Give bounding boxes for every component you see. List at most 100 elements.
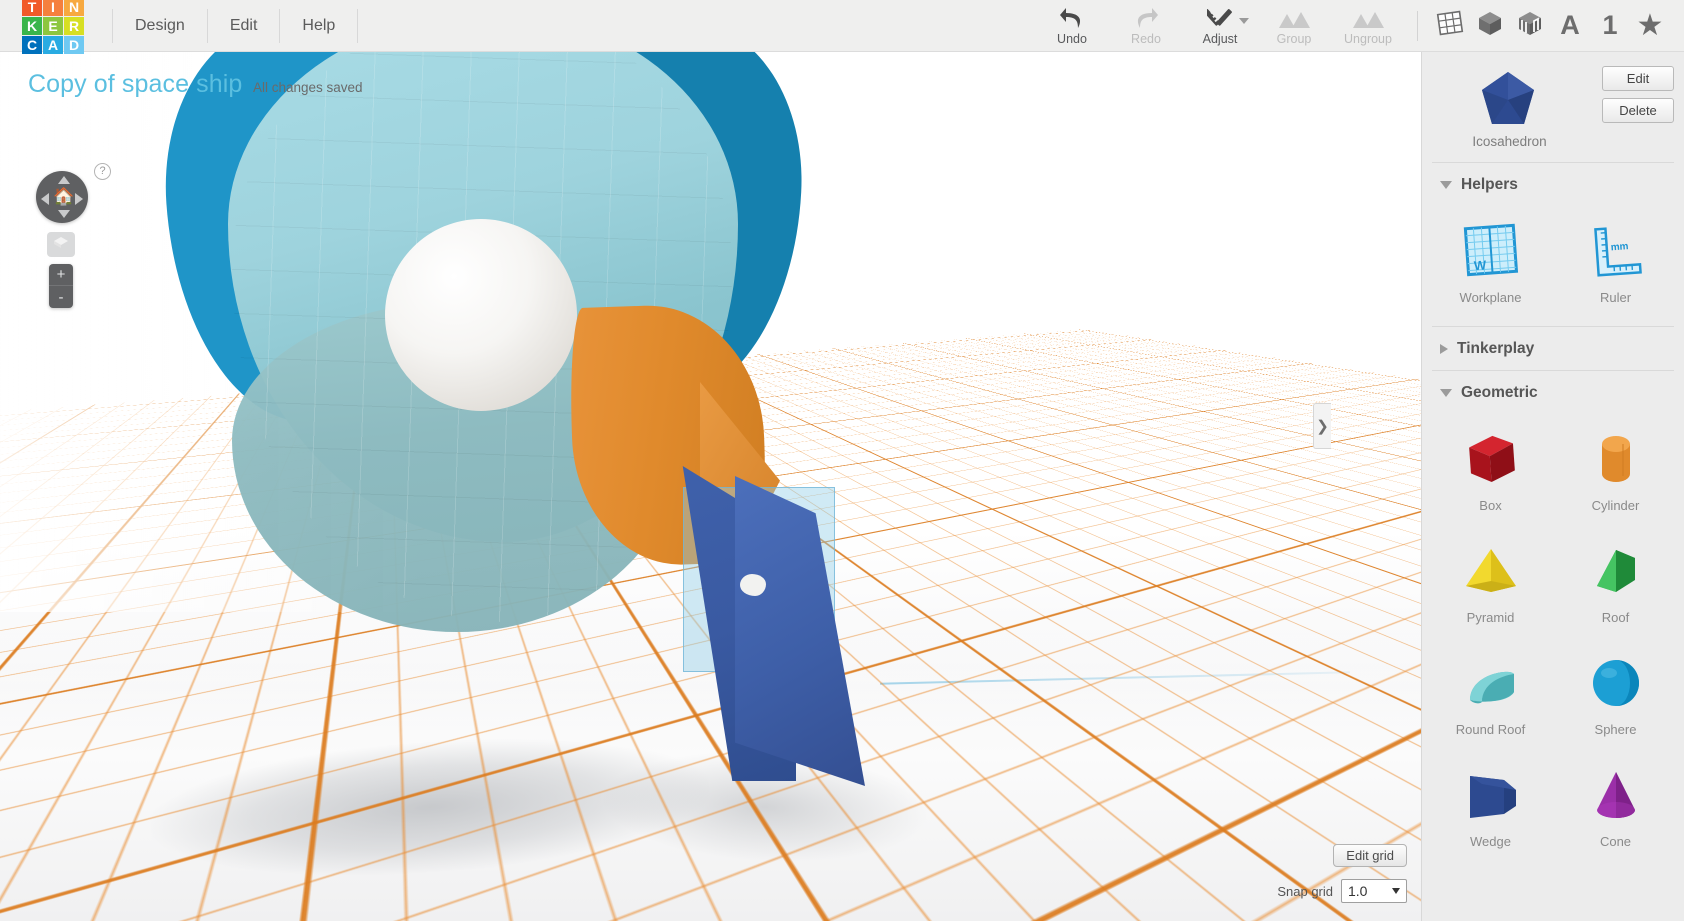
text-tool-button[interactable]: A	[1550, 0, 1590, 52]
favorites-button[interactable]: ★	[1630, 0, 1670, 52]
wedge-shape-icon	[1460, 764, 1522, 826]
selected-object-name: Icosahedron	[1472, 134, 1547, 149]
svg-text:mm: mm	[1610, 241, 1629, 253]
roof-shape-icon	[1585, 540, 1647, 602]
shape-item-cone[interactable]: Cone	[1553, 750, 1678, 862]
adjust-dropdown-caret-icon[interactable]	[1239, 17, 1249, 24]
logo-tile-a: A	[43, 35, 63, 54]
shape-label-wedge: Wedge	[1470, 833, 1511, 849]
ungroup-mountains-icon	[1352, 5, 1384, 29]
shape-item-cylinder[interactable]: Cylinder	[1553, 414, 1678, 526]
sphere-shape-icon	[1585, 652, 1647, 714]
fit-to-view-button[interactable]	[47, 232, 75, 257]
home-icon[interactable]: 🏠	[53, 187, 74, 206]
snap-grid-value: 1.0	[1348, 883, 1368, 899]
logo-tile-c: C	[22, 35, 42, 54]
main-menu: Design Edit Help	[112, 0, 359, 52]
tinkercad-logo[interactable]: T I N K E R C A D	[22, 0, 84, 54]
pyramid-shape-icon	[1460, 540, 1522, 602]
arrow-right-icon[interactable]	[75, 193, 83, 205]
shape-label-ruler: Ruler	[1599, 289, 1632, 305]
logo-tile-i: I	[43, 0, 63, 16]
shape-item-round-roof[interactable]: Round Roof	[1428, 638, 1553, 750]
group-mountains-icon	[1278, 5, 1310, 29]
box-shape-icon	[1460, 428, 1522, 490]
edit-button[interactable]: Edit	[1602, 66, 1674, 91]
section-header-geometric[interactable]: Geometric	[1422, 371, 1684, 414]
view-navigation-wheel[interactable]: 🏠	[36, 171, 88, 223]
zoom-out-button[interactable]: -	[49, 286, 73, 308]
snap-grid-select[interactable]: 1.0	[1341, 879, 1407, 903]
shape-grid-geometric: Box Cylinder Pyramid Roof Round Roof Sph…	[1422, 414, 1684, 870]
undo-arrow-icon	[1059, 5, 1085, 29]
arrow-down-icon[interactable]	[58, 210, 70, 218]
chevron-down-icon	[1392, 888, 1400, 894]
wireframe-cube-icon	[1516, 9, 1544, 42]
menu-item-design[interactable]: Design	[112, 8, 208, 43]
delete-button[interactable]: Delete	[1602, 98, 1674, 123]
adjust-label: Adjust	[1202, 32, 1238, 46]
help-icon[interactable]: ?	[94, 163, 111, 180]
number-tool-button[interactable]: 1	[1590, 0, 1630, 52]
chevron-down-icon	[1440, 389, 1452, 397]
logo-tile-t: T	[22, 0, 42, 16]
3d-viewport[interactable]: Copy of space ship All changes saved ? 🏠…	[0, 52, 1421, 921]
toolbar-divider	[1417, 10, 1418, 41]
undo-button[interactable]: Undo	[1035, 0, 1109, 52]
shape-item-sphere[interactable]: Sphere	[1553, 638, 1678, 750]
toolbar-actions: Undo Redo Adjust Group Ungroup A 1 ★	[1035, 0, 1684, 52]
ungroup-label: Ungroup	[1344, 32, 1392, 46]
adjust-tools-icon	[1207, 5, 1233, 29]
selected-object-actions: Edit Delete	[1602, 66, 1674, 130]
arrow-left-icon[interactable]	[41, 193, 49, 205]
menu-item-edit[interactable]: Edit	[208, 8, 281, 43]
arrow-up-icon[interactable]	[58, 176, 70, 184]
undo-label: Undo	[1057, 32, 1087, 46]
snap-grid-label: Snap grid	[1277, 883, 1333, 899]
blue-spike-front[interactable]	[735, 476, 865, 786]
round-roof-shape-icon	[1460, 652, 1522, 714]
shape-label-pyramid: Pyramid	[1466, 609, 1515, 625]
white-sphere-shape[interactable]	[385, 219, 577, 411]
design-title[interactable]: Copy of space ship	[28, 70, 242, 99]
shape-item-pyramid[interactable]: Pyramid	[1428, 526, 1553, 638]
shape-item-workplane[interactable]: W Workplane	[1428, 206, 1553, 318]
fit-to-view-icon	[52, 235, 70, 255]
zoom-controls: + -	[49, 264, 73, 308]
zoom-in-button[interactable]: +	[49, 264, 73, 286]
group-label: Group	[1276, 32, 1312, 46]
section-title-helpers: Helpers	[1461, 176, 1518, 193]
shape-item-roof[interactable]: Roof	[1553, 526, 1678, 638]
redo-label: Redo	[1131, 32, 1161, 46]
favorite-star-icon: ★	[1636, 8, 1664, 42]
logo-tile-n: N	[64, 0, 84, 16]
group-button[interactable]: Group	[1257, 0, 1331, 52]
solid-cube-icon	[1476, 9, 1504, 42]
section-header-tinkerplay[interactable]: Tinkerplay	[1422, 327, 1684, 370]
snap-grid-control: Snap grid 1.0	[1277, 879, 1407, 903]
save-status-text: All changes saved	[253, 80, 363, 95]
redo-arrow-icon	[1133, 5, 1159, 29]
shape-label-box: Box	[1479, 497, 1502, 513]
top-toolbar: T I N K E R C A D Design Edit Help Undo	[0, 0, 1684, 54]
menu-item-help[interactable]: Help	[280, 8, 359, 43]
logo-tile-k: K	[22, 16, 42, 35]
logo-tile-e: E	[43, 16, 63, 35]
shape-label-cone: Cone	[1599, 833, 1632, 849]
wireframe-view-button[interactable]	[1510, 0, 1550, 52]
workplane-view-button[interactable]	[1430, 0, 1470, 52]
shape-item-box[interactable]: Box	[1428, 414, 1553, 526]
icosahedron-shape-icon	[1472, 66, 1544, 138]
shape-item-ruler[interactable]: mm Ruler	[1553, 206, 1678, 318]
cone-shape-icon	[1585, 764, 1647, 826]
ungroup-button[interactable]: Ungroup	[1331, 0, 1405, 52]
spaceship-model[interactable]	[0, 52, 1421, 921]
panel-collapse-handle[interactable]: ❯	[1313, 403, 1331, 449]
solid-view-button[interactable]	[1470, 0, 1510, 52]
section-header-helpers[interactable]: Helpers	[1422, 163, 1684, 206]
redo-button[interactable]: Redo	[1109, 0, 1183, 52]
logo-tile-d: D	[64, 35, 84, 54]
adjust-button[interactable]: Adjust	[1183, 0, 1257, 52]
shape-item-wedge[interactable]: Wedge	[1428, 750, 1553, 862]
edit-grid-button[interactable]: Edit grid	[1333, 844, 1407, 867]
